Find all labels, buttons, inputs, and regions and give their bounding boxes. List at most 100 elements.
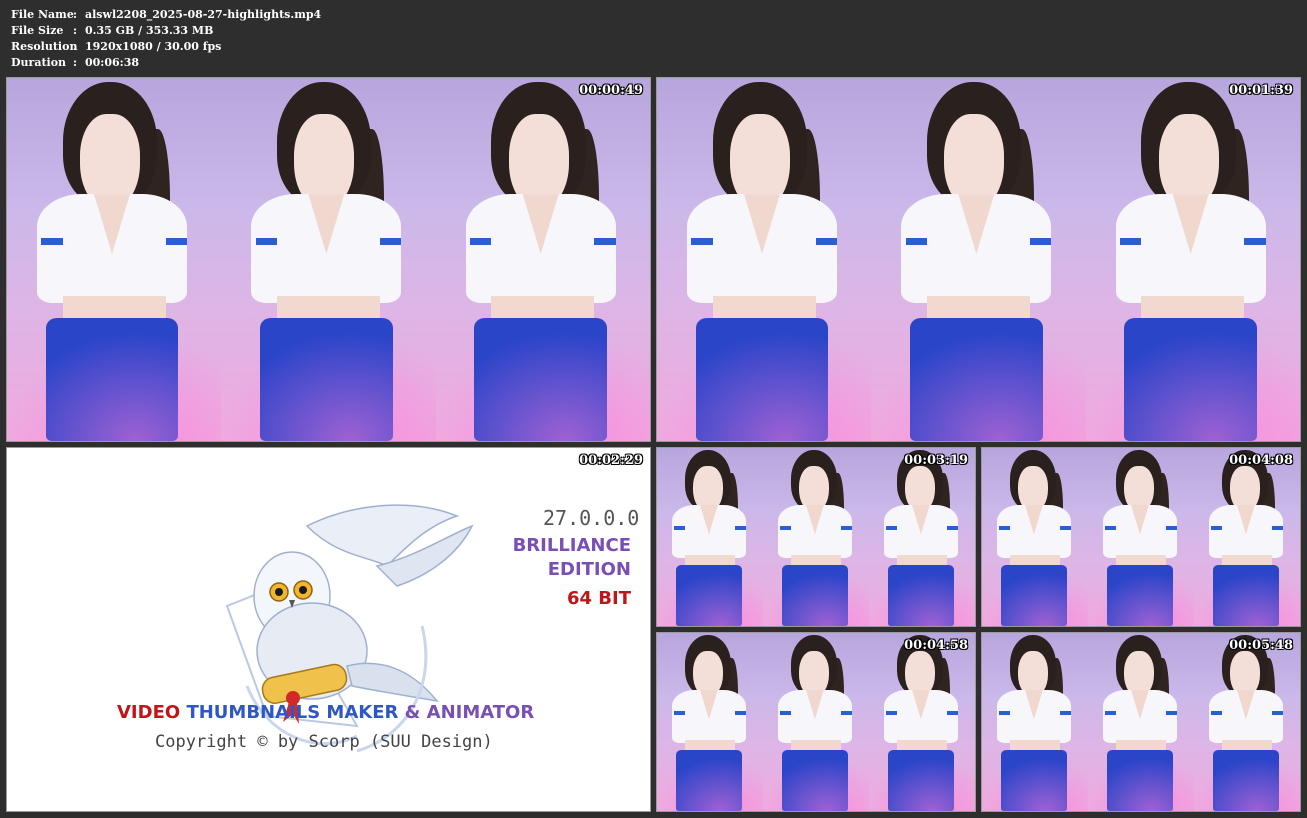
skirt-shape [676,750,742,811]
splash-edition-line2: EDITION [547,559,631,580]
product-word-animator: & ANIMATOR [404,702,535,723]
sleeve-stripe-shape [735,711,747,715]
blouse-shape [996,504,1072,559]
sleeve-stripe-shape [947,711,959,715]
video-frame [1194,448,1300,626]
sleeve-stripe-shape [1272,526,1284,530]
thumbnail-tile-4[interactable]: 00:03:19 [656,447,976,627]
file-size-value: 0.35 GB / 353.33 MB [85,24,214,37]
file-size-row: File Size : 0.35 GB / 353.33 MB [11,23,321,39]
sleeve-stripe-shape [1210,526,1222,530]
sleeve-stripe-shape [779,711,791,715]
skirt-shape [474,317,608,441]
file-name-row: File Name : alswl2208_2025-08-27-highlig… [11,7,321,23]
person-figure [871,78,1085,441]
person-figure [1194,633,1300,811]
sleeve-stripe-shape [673,526,685,530]
skirt-shape [888,750,954,811]
skirt-shape [1124,317,1258,441]
thumbnail-tile-3-splash[interactable]: 27.0.0.0 BRILLIANCE EDITION 64 BIT VIDEO… [6,447,651,812]
sleeve-stripe-shape [41,237,63,245]
video-frame [869,448,975,626]
thumbnail-tile-2[interactable]: 00:01:39 [656,77,1301,442]
sleeve-stripe-shape [1060,526,1072,530]
video-frame [763,448,869,626]
sleeve-stripe-shape [1210,711,1222,715]
blouse-shape [996,689,1072,744]
video-frame [1194,633,1300,811]
blouse-shape [687,194,838,304]
blouse-shape [883,689,959,744]
sleeve-stripe-shape [1272,711,1284,715]
duration-label: Duration [11,56,67,69]
skirt-shape [1001,750,1067,811]
skirt-shape [695,317,829,441]
blouse-shape [671,689,747,744]
thumbnail-tile-1[interactable]: 00:00:49 [6,77,651,442]
person-figure [982,448,1088,626]
person-figure [763,448,869,626]
sleeve-stripe-shape [691,237,713,245]
thumbnail-tile-5[interactable]: 00:04:08 [981,447,1301,627]
sleeve-stripe-shape [905,237,928,245]
blouse-shape [671,504,747,559]
skirt-shape [1001,565,1067,626]
blouse-shape [883,504,959,559]
blouse-shape [777,689,853,744]
person-figure [763,633,869,811]
splash-bits: 64 BIT [566,588,631,609]
sleeve-stripe-shape [1166,526,1178,530]
blouse-shape [901,194,1052,304]
separator: : [73,8,78,21]
sleeve-stripe-shape [885,526,897,530]
thumbnail-timestamp: 00:03:19 [904,453,968,468]
separator: : [73,40,78,53]
skirt-shape [888,565,954,626]
person-figure [982,633,1088,811]
sleeve-stripe-shape [998,711,1010,715]
splash-product-name: VIDEO THUMBNAILS MAKER & ANIMATOR [117,702,534,723]
thumbnail-timestamp: 00:04:58 [904,638,968,653]
thumbnail-timestamp: 00:02:29 [579,453,643,468]
sleeve-stripe-shape [1104,711,1116,715]
person-figure [436,78,650,441]
sleeve-stripe-shape [998,526,1010,530]
sleeve-stripe-shape [1244,237,1266,245]
splash-version: 27.0.0.0 [543,506,640,530]
thumbnail-tile-6[interactable]: 00:04:58 [656,632,976,812]
resolution-value: 1920x1080 / 30.00 fps [85,40,222,53]
skirt-shape [782,565,848,626]
skirt-shape [259,317,393,441]
video-frame [869,633,975,811]
blouse-shape [1208,689,1284,744]
product-word-thumbnails: THUMBNAILS MAKER [186,702,399,723]
video-frame [657,633,763,811]
video-frame [657,78,872,441]
blouse-shape [1208,504,1284,559]
sleeve-stripe-shape [885,711,897,715]
skirt-shape [1107,750,1173,811]
sleeve-stripe-shape [1166,711,1178,715]
person-figure [657,78,871,441]
blouse-shape [1115,194,1266,304]
blouse-shape [1102,689,1178,744]
person-figure [1088,448,1194,626]
sleeve-stripe-shape [1029,237,1052,245]
sleeve-stripe-shape [165,237,188,245]
person-figure [657,448,763,626]
thumbnail-tile-7[interactable]: 00:05:48 [981,632,1301,812]
video-frame [1088,448,1194,626]
thumbnail-timestamp: 00:01:39 [1229,83,1293,98]
thumbnail-timestamp: 00:00:49 [579,83,643,98]
sleeve-stripe-shape [673,711,685,715]
video-frame [982,448,1088,626]
duration-row: Duration : 00:06:38 [11,55,321,71]
video-frame [435,78,650,441]
blouse-shape [251,194,402,304]
sleeve-stripe-shape [841,711,853,715]
separator: : [73,24,78,37]
skirt-shape [1213,565,1279,626]
blouse-shape [465,194,616,304]
video-frame [763,633,869,811]
thumbnail-timestamp: 00:05:48 [1229,638,1293,653]
